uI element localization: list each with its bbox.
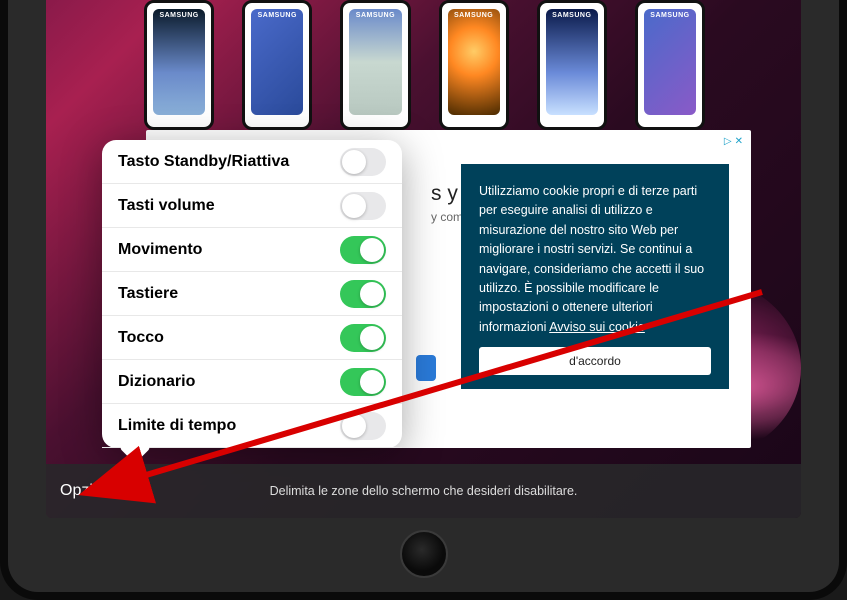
cookie-accept-button[interactable]: d'accordo xyxy=(479,347,711,375)
cookie-link[interactable]: Avviso sui cookie xyxy=(549,320,645,334)
tablet-frame: SAMSUNG SAMSUNG SAMSUNG SAMSUNG SAMSUNG … xyxy=(0,0,847,600)
ad-badge: ▷ ✕ xyxy=(724,136,743,147)
option-label: Movimento xyxy=(118,241,202,259)
cookie-text: Utilizziamo cookie propri e di terze par… xyxy=(479,184,704,334)
option-label: Tasti volume xyxy=(118,197,215,215)
bottom-bar: Opzioni Delimita le zone dello schermo c… xyxy=(46,464,801,518)
option-switch-volume[interactable] xyxy=(340,192,386,220)
option-switch-keyboard[interactable] xyxy=(340,280,386,308)
phone-thumbnail[interactable]: SAMSUNG xyxy=(340,0,410,130)
phone-brand-label: SAMSUNG xyxy=(552,12,591,19)
phone-brand-label: SAMSUNG xyxy=(454,12,493,19)
option-row-motion: Movimento xyxy=(102,228,402,272)
cookie-banner: Utilizziamo cookie propri e di terze par… xyxy=(461,164,729,389)
ad-close-icon[interactable]: ✕ xyxy=(735,136,743,147)
option-label: Tocco xyxy=(118,329,164,347)
option-row-timelimit: Limite di tempo xyxy=(102,404,402,448)
option-label: Limite di tempo xyxy=(118,417,236,435)
adchoices-icon[interactable]: ▷ xyxy=(724,136,732,147)
phone-thumbnail[interactable]: SAMSUNG xyxy=(144,0,214,130)
option-switch-timelimit[interactable] xyxy=(340,412,386,440)
option-switch-motion[interactable] xyxy=(340,236,386,264)
phone-brand-label: SAMSUNG xyxy=(159,12,198,19)
options-popover: Tasto Standby/Riattiva Tasti volume Movi… xyxy=(102,140,402,448)
option-switch-dictionary[interactable] xyxy=(340,368,386,396)
option-label: Dizionario xyxy=(118,373,195,391)
option-switch-standby[interactable] xyxy=(340,148,386,176)
screen: SAMSUNG SAMSUNG SAMSUNG SAMSUNG SAMSUNG … xyxy=(46,0,801,518)
option-row-keyboard: Tastiere xyxy=(102,272,402,316)
instruction-text: Delimita le zone dello schermo che desid… xyxy=(270,484,578,498)
phone-brand-label: SAMSUNG xyxy=(258,12,297,19)
home-button[interactable] xyxy=(400,530,448,578)
option-row-volume: Tasti volume xyxy=(102,184,402,228)
product-thumbnails-row: SAMSUNG SAMSUNG SAMSUNG SAMSUNG SAMSUNG … xyxy=(138,0,711,130)
option-row-standby: Tasto Standby/Riattiva xyxy=(102,140,402,184)
option-row-dictionary: Dizionario xyxy=(102,360,402,404)
opzioni-button[interactable]: Opzioni xyxy=(46,482,114,500)
option-label: Tastiere xyxy=(118,285,178,303)
option-row-touch: Tocco xyxy=(102,316,402,360)
phone-thumbnail[interactable]: SAMSUNG xyxy=(439,0,509,130)
phone-brand-label: SAMSUNG xyxy=(356,12,395,19)
phone-brand-label: SAMSUNG xyxy=(650,12,689,19)
option-switch-touch[interactable] xyxy=(340,324,386,352)
phone-thumbnail[interactable]: SAMSUNG xyxy=(242,0,312,130)
option-label: Tasto Standby/Riattiva xyxy=(118,153,289,171)
phone-thumbnail[interactable]: SAMSUNG xyxy=(635,0,705,130)
partial-button[interactable] xyxy=(416,355,436,381)
phone-thumbnail[interactable]: SAMSUNG xyxy=(537,0,607,130)
